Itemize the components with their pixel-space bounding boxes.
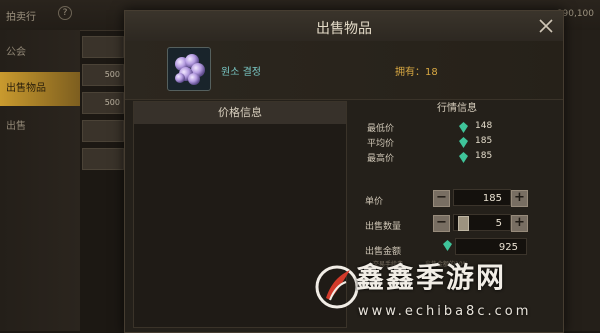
help-icon[interactable]: ? (58, 6, 72, 20)
stat-value: 185 (475, 136, 493, 146)
sidebar-item[interactable]: 出售 (0, 110, 80, 144)
background-cell (82, 120, 124, 142)
fee-note: 交易手续费 (373, 261, 404, 268)
stat-label: 平均价 (367, 139, 395, 149)
background-cell (82, 148, 124, 170)
item-summary: 원소 결정 拥有：18 (125, 41, 563, 100)
stat-value: 185 (475, 151, 493, 161)
gem-icon (459, 137, 468, 148)
background-cell: 500 (82, 92, 124, 114)
stat-row-avg: 平均价 185 (367, 136, 517, 149)
price-info-title: 价格信息 (134, 102, 346, 124)
unit-price-plus-button[interactable]: + (511, 190, 528, 207)
gem-icon (459, 122, 468, 133)
unit-price-input[interactable]: 185 (453, 189, 511, 206)
item-slot[interactable] (167, 47, 211, 91)
price-info-panel: 价格信息 (133, 101, 347, 328)
stat-value: 148 (475, 121, 493, 131)
background-cell (82, 36, 124, 58)
background-sidebar: 公会 出售物品 出售 (0, 30, 80, 331)
stat-row-min: 最低价 148 (367, 121, 517, 134)
background-title: 拍卖行 (6, 12, 36, 23)
quantity-label: 出售数量 (365, 222, 402, 232)
dialog-header: 出售物品 (125, 11, 563, 42)
stat-row-max: 最高价 185 (367, 151, 517, 164)
total-label: 出售金额 (365, 247, 402, 257)
gem-icon (459, 152, 468, 163)
quantity-plus-button[interactable]: + (511, 215, 528, 232)
market-title: 行情信息 (437, 103, 477, 114)
tax-note: 出售金额的10% (425, 261, 469, 268)
sidebar-item-active[interactable]: 出售物品 (0, 72, 80, 106)
close-button[interactable] (537, 17, 555, 35)
background-cell: 500 (82, 64, 124, 86)
crystal-cluster-icon (175, 54, 205, 85)
unit-price-minus-button[interactable]: − (433, 190, 450, 207)
gem-icon (443, 240, 452, 251)
owned-count: 拥有：18 (395, 67, 438, 78)
dialog-title: 出售物品 (316, 21, 372, 37)
total-amount: 925 (455, 238, 527, 255)
sidebar-item[interactable]: 公会 (0, 36, 80, 70)
unit-price-label: 单价 (365, 197, 384, 207)
stat-label: 最高价 (367, 154, 395, 164)
background-list: 500 500 (82, 36, 124, 256)
calculator-icon[interactable] (458, 216, 469, 231)
sell-item-dialog: 出售物品 원소 결정 拥有：18 价格信息 行情信息 最低价 148 平均价 1… (124, 10, 564, 333)
stat-label: 最低价 (367, 124, 395, 134)
close-icon (539, 19, 553, 33)
quantity-minus-button[interactable]: − (433, 215, 450, 232)
item-name: 원소 결정 (221, 67, 261, 78)
